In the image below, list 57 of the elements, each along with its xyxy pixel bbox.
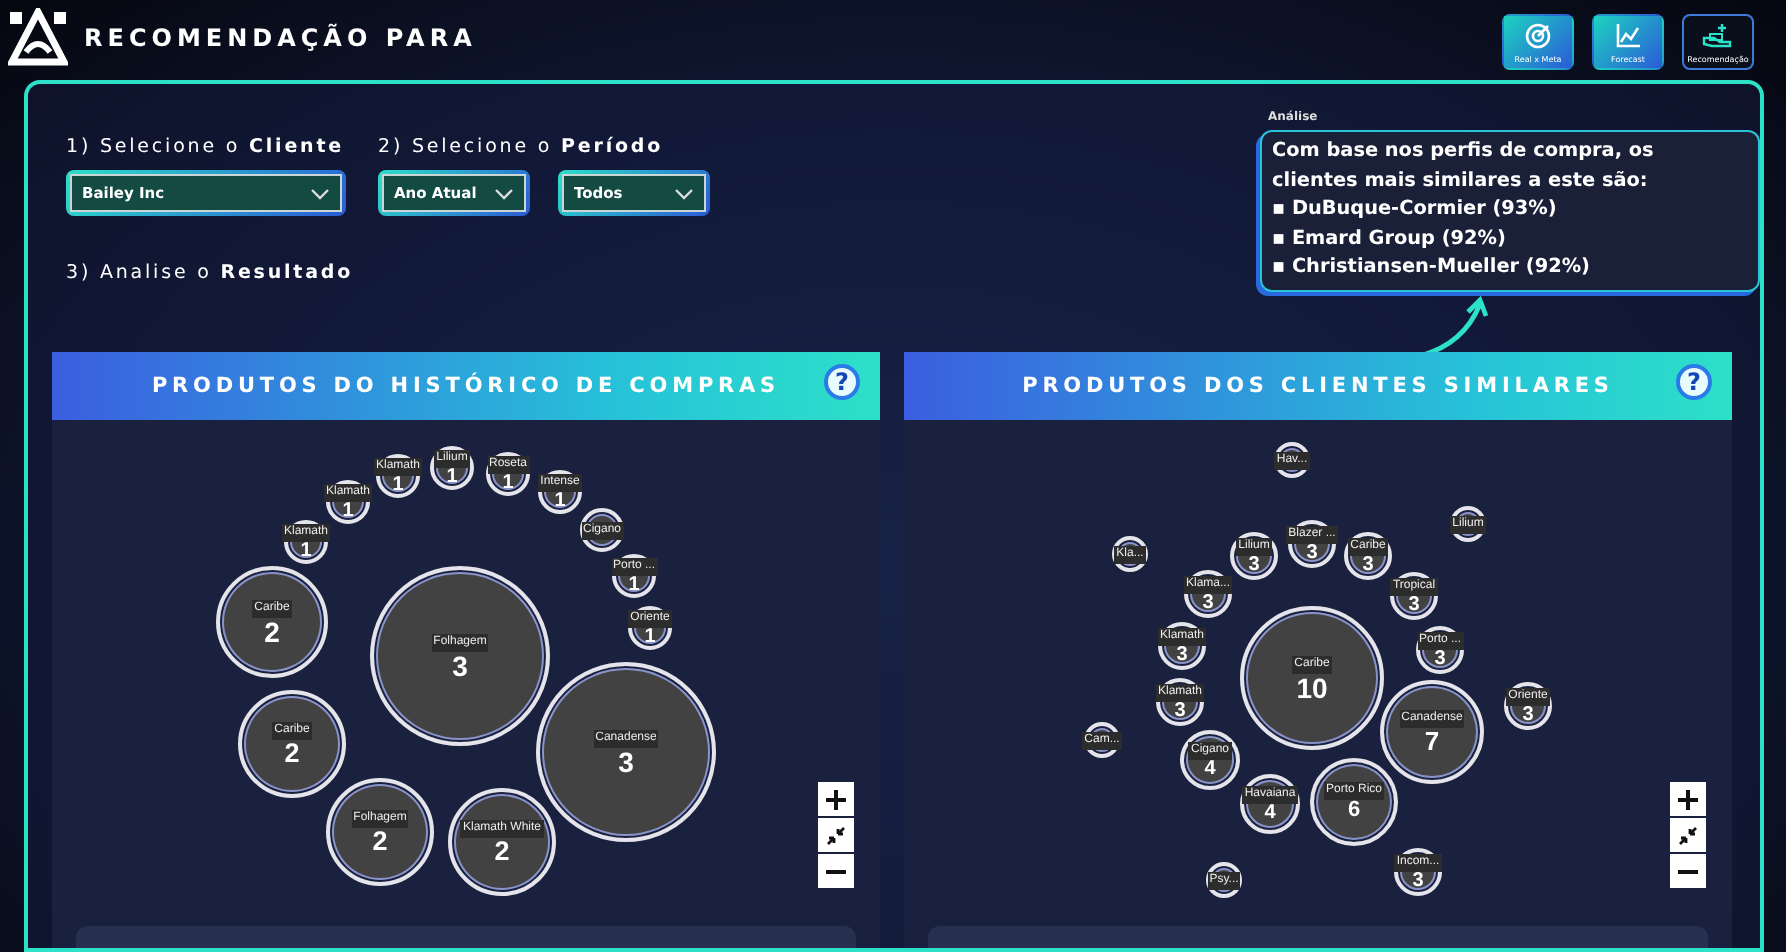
similar-client-item: ▪ Emard Group (92%) <box>1272 225 1508 254</box>
bubble-value: 3 <box>1362 555 1374 575</box>
bubble-value: 2 <box>494 837 510 865</box>
chevron-down-icon <box>494 187 514 199</box>
bubble-value: 3 <box>1202 593 1214 613</box>
bubble-value: 2 <box>284 739 300 767</box>
plus-icon <box>1678 789 1698 809</box>
bubble-value: 1 <box>644 627 656 647</box>
logo-icon <box>8 8 68 68</box>
plus-icon <box>826 789 846 809</box>
bubble-value: 1 <box>554 491 566 511</box>
bubble-value: 4 <box>1264 803 1276 823</box>
help-button[interactable]: ? <box>1676 364 1712 400</box>
collapse-arrows-icon <box>826 825 846 845</box>
bubble-value: 1 <box>300 541 312 561</box>
bubble-value: 10 <box>1296 673 1328 701</box>
similar-client-item: ▪ Christiansen-Mueller (92%) <box>1272 254 1592 283</box>
bubble-value: 3 <box>1174 701 1186 721</box>
reset-zoom-button[interactable] <box>818 818 854 852</box>
target-icon <box>1524 21 1552 49</box>
bubble-value: 3 <box>618 747 634 775</box>
bubble-value: 3 <box>1408 595 1420 615</box>
bubble-value: 3 <box>1522 705 1534 725</box>
zoom-out-button[interactable] <box>818 854 854 888</box>
zoom-in-button[interactable] <box>1670 782 1706 816</box>
panel-title: PRODUTOS DOS CLIENTES SIMILARES <box>1022 374 1614 398</box>
zoom-in-button[interactable] <box>818 782 854 816</box>
bubble-value: 3 <box>1434 649 1446 669</box>
bubble-value: 2 <box>372 827 388 855</box>
panel-title: PRODUTOS DO HISTÓRICO DE COMPRAS <box>151 374 781 398</box>
step-label: 3) Analise o Resultado <box>66 262 356 284</box>
reset-zoom-button[interactable] <box>1670 818 1706 852</box>
bubble-value: 4 <box>1204 759 1216 779</box>
page-title: RECOMENDAÇÃO PARA <box>84 24 477 52</box>
bubble-value: 1 <box>446 467 458 487</box>
bubble-value: 1 <box>502 473 514 493</box>
bubble-value: 3 <box>1248 555 1260 575</box>
bubble-value: 1 <box>392 475 404 495</box>
bubble-value: 1 <box>342 501 354 521</box>
line-chart-icon <box>1614 21 1642 49</box>
chevron-down-icon <box>310 187 330 199</box>
zoom-out-button[interactable] <box>1670 854 1706 888</box>
step-label: 1) Selecione o Cliente <box>66 136 346 158</box>
bubble-value: 3 <box>1176 645 1188 665</box>
similar-client-item: ▪ DuBuque-Cormier (93%) <box>1272 196 1559 225</box>
bubble-value: 7 <box>1424 728 1440 754</box>
collapse-arrows-icon <box>1678 825 1698 845</box>
analysis-text: Com base nos perfis de compra, os clientes mais similares a este são: <box>1272 138 1656 196</box>
bubble-value: 3 <box>1412 871 1424 891</box>
chevron-down-icon <box>674 187 694 199</box>
bubble-value: 6 <box>1347 800 1361 822</box>
bubble-value: 3 <box>1306 543 1318 563</box>
bubble-value: 3 <box>452 651 468 679</box>
help-button[interactable]: ? <box>824 364 860 400</box>
bubble-value: 2 <box>264 617 280 645</box>
step-label: 2) Selecione o Período <box>378 136 666 158</box>
bubble-value: 1 <box>628 575 640 595</box>
